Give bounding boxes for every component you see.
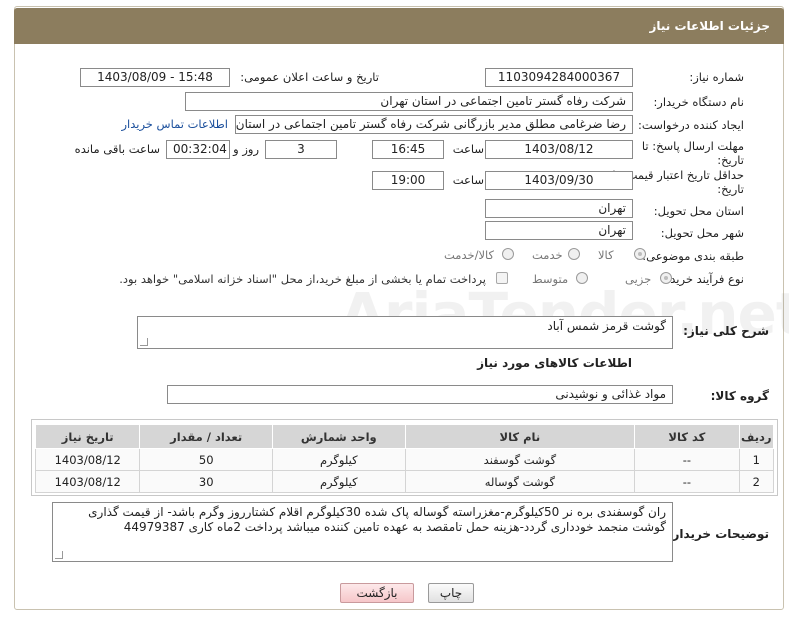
category-option-goods: کالا [598,248,614,262]
cell-quantity: 30 [139,470,273,493]
city-label: شهر محل تحویل: [660,226,744,240]
creator-field[interactable]: رضا ضرغامی مطلق مدیر بازرگانی شرکت رفاه … [235,115,633,134]
table-header-row: ردیف کد کالا نام کالا واحد شمارش تعداد /… [34,424,775,449]
resize-grip-icon[interactable] [55,551,63,559]
category-radio-both[interactable] [502,248,514,260]
process-radio-minor[interactable] [660,272,672,284]
validity-date-label: تاریخ: [717,182,744,196]
cell-item-code: -- [634,470,740,493]
treasury-payment-note: پرداخت تمام یا بخشی از مبلغ خرید،از محل … [119,272,486,286]
cell-item-name: گوشت گوسفند [404,448,636,471]
cell-unit: کیلوگرم [271,448,406,471]
process-label: نوع فرآیند خرید : [662,272,744,286]
days-label: روز و [233,142,259,156]
col-item-name: نام کالا [404,424,636,449]
need-number-label: شماره نیاز: [689,70,744,84]
buyer-notes-field[interactable]: ران گوسفندی بره نر 50کیلوگرم-مغزراسته گو… [52,502,673,562]
province-label: استان محل تحویل: [653,204,744,218]
description-field[interactable]: گوشت قرمز شمس آباد [137,316,673,349]
announce-field[interactable]: 1403/08/09 - 15:48 [80,68,230,87]
need-number-field[interactable]: 1103094284000367 [485,68,633,87]
process-option-minor: جزیی [625,272,652,286]
announce-label: تاریخ و ساعت اعلان عمومی: [240,70,379,84]
col-item-code: کد کالا [634,424,740,449]
page-title: جزئیات اطلاعات نیاز [649,19,770,33]
col-quantity: تعداد / مقدار [139,424,273,449]
process-radio-medium[interactable] [576,272,588,284]
deadline-date-field[interactable]: 1403/08/12 [485,140,633,159]
cell-item-name: گوشت گوساله [404,470,636,493]
resize-grip-icon[interactable] [140,338,148,346]
category-label: طبقه بندی موضوعی: [642,249,744,263]
category-radio-service[interactable] [568,248,580,260]
deadline-time-field[interactable]: 16:45 [372,140,444,159]
province-field[interactable]: تهران [485,199,633,218]
cell-need-date: 1403/08/12 [34,470,141,493]
buyer-label: نام دستگاه خریدار: [653,95,744,109]
remaining-label: ساعت باقی مانده [74,142,160,156]
city-field[interactable]: تهران [485,221,633,240]
page-header: جزئیات اطلاعات نیاز [14,8,784,44]
col-need-date: تاریخ نیاز [34,424,141,449]
validity-date-field[interactable]: 1403/09/30 [485,171,633,190]
description-label: شرح کلی نیاز: [683,324,769,338]
category-option-both: کالا/خدمت [444,248,495,262]
remaining-time-field[interactable]: 00:32:04 [166,140,230,159]
validity-time-label: ساعت [452,173,484,187]
category-option-service: خدمت [532,248,563,262]
validity-time-field[interactable]: 19:00 [372,171,444,190]
treasury-payment-checkbox[interactable] [496,272,508,284]
col-unit: واحد شمارش [271,424,406,449]
buyer-notes-text: ران گوسفندی بره نر 50کیلوگرم-مغزراسته گو… [88,505,666,534]
cell-row-number: 1 [738,448,775,471]
table-row[interactable]: 2 -- گوشت گوساله کیلوگرم 30 1403/08/12 [34,470,775,493]
goods-table: ردیف کد کالا نام کالا واحد شمارش تعداد /… [34,424,775,493]
process-option-medium: متوسط [532,272,569,286]
cell-item-code: -- [634,448,740,471]
cell-unit: کیلوگرم [271,470,406,493]
cell-need-date: 1403/08/12 [34,448,141,471]
creator-label: ایجاد کننده درخواست: [638,118,744,132]
deadline-label: مهلت ارسال پاسخ: تا [641,139,744,153]
print-button[interactable]: چاپ [428,583,474,603]
table-row[interactable]: 1 -- گوشت گوسفند کیلوگرم 50 1403/08/12 [34,448,775,471]
cell-quantity: 50 [139,448,273,471]
description-text: گوشت قرمز شمس آباد [547,319,666,333]
goods-section-title: اطلاعات کالاهای مورد نیاز [477,356,632,370]
col-row-number: ردیف [738,424,775,449]
days-field[interactable]: 3 [265,140,337,159]
back-button[interactable]: بازگشت [340,583,414,603]
goods-group-label: گروه کالا: [710,389,769,403]
buyer-contact-link[interactable]: اطلاعات تماس خریدار [121,117,228,131]
deadline-date-label: تاریخ: [717,153,744,167]
goods-group-field[interactable]: مواد غذائی و نوشیدنی [167,385,673,404]
buyer-notes-label: توضیحات خریدار: [667,527,769,541]
buyer-field[interactable]: شرکت رفاه گستر تامین اجتماعی در استان ته… [185,92,633,111]
cell-row-number: 2 [738,470,775,493]
category-radio-goods[interactable] [634,248,646,260]
deadline-time-label: ساعت [452,142,484,156]
